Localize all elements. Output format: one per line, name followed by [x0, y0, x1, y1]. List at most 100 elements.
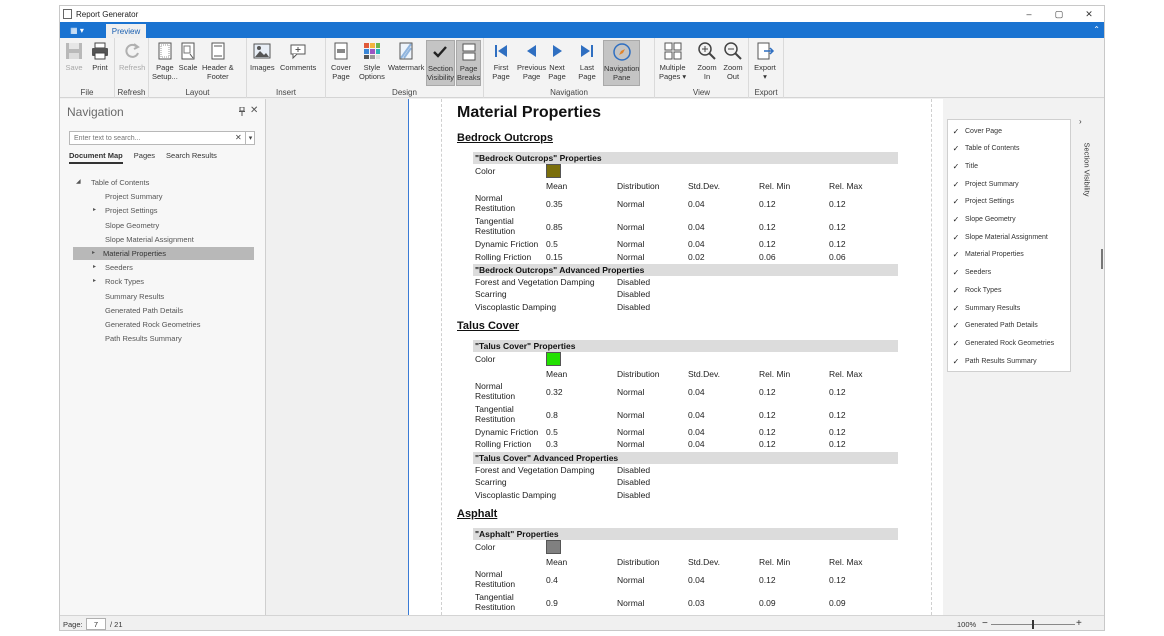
search-options-dropdown[interactable]: ▾ — [245, 132, 255, 144]
tree-item[interactable]: Path Results Summary — [92, 332, 182, 345]
zoom-button[interactable]: Zoom In — [696, 40, 718, 86]
previous-button[interactable]: Previous Page — [517, 40, 546, 86]
multiple-button[interactable]: Multiple Pages ▾ — [659, 40, 686, 86]
tree-item[interactable]: Slope Geometry — [92, 219, 159, 232]
visibility-item[interactable]: ✓ Project Summary — [952, 178, 1019, 190]
save-button[interactable]: Save — [63, 40, 85, 86]
refresh-button[interactable]: Refresh — [119, 40, 145, 86]
style-button[interactable]: Style Options — [359, 40, 385, 86]
checkbox-icon[interactable]: ✓ — [952, 339, 960, 348]
page-button[interactable]: Page Setup... — [152, 40, 178, 86]
visibility-item[interactable]: ✓ Material Properties — [952, 249, 1024, 261]
tab-preview[interactable]: Preview — [106, 24, 146, 38]
visibility-item[interactable]: ✓ Summary Results — [952, 302, 1021, 314]
navigation-button[interactable]: Navigation Pane — [603, 40, 641, 86]
minimize-button[interactable]: – — [1014, 6, 1044, 22]
tree-item[interactable]: Summary Results — [92, 290, 164, 303]
material-section-title: Asphalt — [457, 507, 498, 520]
section-visibility-tab[interactable]: › Section Visibility — [1077, 117, 1092, 217]
zoom-slider-thumb[interactable] — [1032, 620, 1034, 629]
tree-item[interactable]: ▸ Rock Types — [92, 275, 144, 288]
tree-item[interactable]: ◢ Table of Contents — [76, 176, 149, 189]
page-number-input[interactable]: 7 — [86, 618, 106, 630]
zoom-button[interactable]: Zoom Out — [722, 40, 744, 86]
expand-arrow-icon[interactable]: ▸ — [93, 261, 96, 274]
scale-button[interactable]: Scale — [177, 40, 199, 86]
expand-arrow-icon[interactable]: ◢ — [76, 176, 81, 189]
visibility-item[interactable]: ✓ Project Settings — [952, 196, 1014, 208]
checkbox-icon[interactable]: ✓ — [952, 144, 960, 153]
checkbox-icon[interactable]: ✓ — [952, 304, 960, 313]
visibility-item[interactable]: ✓ Generated Rock Geometries — [952, 337, 1054, 349]
visibility-item[interactable]: ✓ Cover Page — [952, 125, 1002, 137]
previous-page-icon — [521, 40, 543, 62]
visibility-item-label: Cover Page — [965, 127, 1002, 135]
visibility-item[interactable]: ✓ Path Results Summary — [952, 355, 1037, 367]
visibility-item[interactable]: ✓ Title — [952, 160, 978, 172]
tab-document-map[interactable]: Document Map — [69, 151, 123, 164]
expand-arrow-icon[interactable]: ▸ — [93, 204, 96, 217]
pin-icon[interactable] — [238, 106, 246, 118]
expand-arrow-icon[interactable]: ▸ — [92, 247, 95, 260]
cover-button[interactable]: Cover Page — [330, 40, 352, 86]
tab-pages[interactable]: Pages — [134, 151, 155, 164]
tree-item-label: Rock Types — [105, 277, 145, 287]
zoom-in-button[interactable]: + — [1076, 618, 1082, 629]
tree-item[interactable]: Slope Material Assignment — [92, 233, 194, 246]
checkbox-icon[interactable]: ✓ — [952, 268, 960, 277]
checkbox-icon[interactable]: ✓ — [952, 286, 960, 295]
comments-button[interactable]: Comments — [280, 40, 316, 86]
property-value: Normal — [617, 439, 645, 450]
search-input[interactable] — [70, 132, 234, 144]
checkbox-icon[interactable]: ✓ — [952, 180, 960, 189]
clear-search-icon[interactable]: ✕ — [235, 133, 242, 142]
tree-item[interactable]: Generated Path Details — [92, 304, 183, 317]
tree-item[interactable]: Generated Rock Geometries — [92, 318, 200, 331]
navigation-close-button[interactable]: ✕ — [250, 105, 258, 116]
visibility-item[interactable]: ✓ Rock Types — [952, 284, 1002, 296]
visibility-item-label: Summary Results — [965, 304, 1021, 312]
maximize-button[interactable]: ▢ — [1044, 6, 1074, 22]
checkbox-icon[interactable]: ✓ — [952, 250, 960, 259]
checkbox-icon[interactable]: ✓ — [952, 357, 960, 366]
collapse-ribbon-icon[interactable]: ⌃ — [1093, 25, 1100, 34]
section-button[interactable]: Section Visibility — [426, 40, 455, 86]
visibility-item[interactable]: ✓ Slope Geometry — [952, 214, 1016, 226]
checkbox-icon[interactable]: ✓ — [952, 127, 960, 136]
close-button[interactable]: ✕ — [1074, 6, 1104, 22]
tree-item[interactable]: Project Summary — [92, 190, 163, 203]
scrollbar-thumb[interactable] — [1101, 249, 1103, 269]
tree-item[interactable]: ▸ Project Settings — [92, 204, 158, 217]
print-button[interactable]: Print — [89, 40, 111, 86]
visibility-item[interactable]: ✓ Table of Contents — [952, 143, 1020, 155]
first-button[interactable]: First Page — [490, 40, 512, 86]
header-button[interactable]: Header & Footer — [202, 40, 234, 86]
checkbox-icon[interactable]: ✓ — [952, 197, 960, 206]
export-button[interactable]: Export ▾ — [754, 40, 776, 86]
next-button[interactable]: Next Page — [546, 40, 568, 86]
tree-item[interactable]: ▸ Material Properties — [73, 247, 254, 260]
page-button[interactable]: Page Breaks — [456, 40, 482, 86]
checkbox-icon[interactable]: ✓ — [952, 233, 960, 242]
images-button[interactable]: Images — [250, 40, 275, 86]
checkbox-icon[interactable]: ✓ — [952, 215, 960, 224]
visibility-item[interactable]: ✓ Slope Material Assignment — [952, 231, 1048, 243]
expand-arrow-icon[interactable]: ▸ — [93, 275, 96, 288]
zoom-out-button[interactable]: − — [982, 618, 988, 629]
last-button[interactable]: Last Page — [576, 40, 598, 86]
report-preview-area[interactable]: Material Properties Bedrock Outcrops "Bed… — [267, 99, 963, 615]
visibility-item[interactable]: ✓ Seeders — [952, 267, 991, 279]
tab-search-results[interactable]: Search Results — [166, 151, 217, 164]
checkbox-icon[interactable]: ✓ — [952, 321, 960, 330]
advanced-properties-bar: "Bedrock Outcrops" Advanced Properties — [473, 264, 898, 276]
column-header: Mean — [546, 556, 568, 567]
app-menu-button[interactable]: ▦ ▾ — [60, 22, 94, 38]
checkbox-icon[interactable]: ✓ — [952, 162, 960, 171]
watermark-button[interactable]: Watermark — [388, 40, 424, 86]
visibility-item[interactable]: ✓ Generated Path Details — [952, 320, 1038, 332]
ribbon-group-label: File — [80, 88, 94, 97]
visibility-item-label: Slope Material Assignment — [965, 233, 1048, 241]
tree-item[interactable]: ▸ Seeders — [92, 261, 133, 274]
collapse-panel-icon[interactable]: › — [1079, 117, 1082, 126]
property-label: Tangential Restitution — [475, 591, 516, 612]
